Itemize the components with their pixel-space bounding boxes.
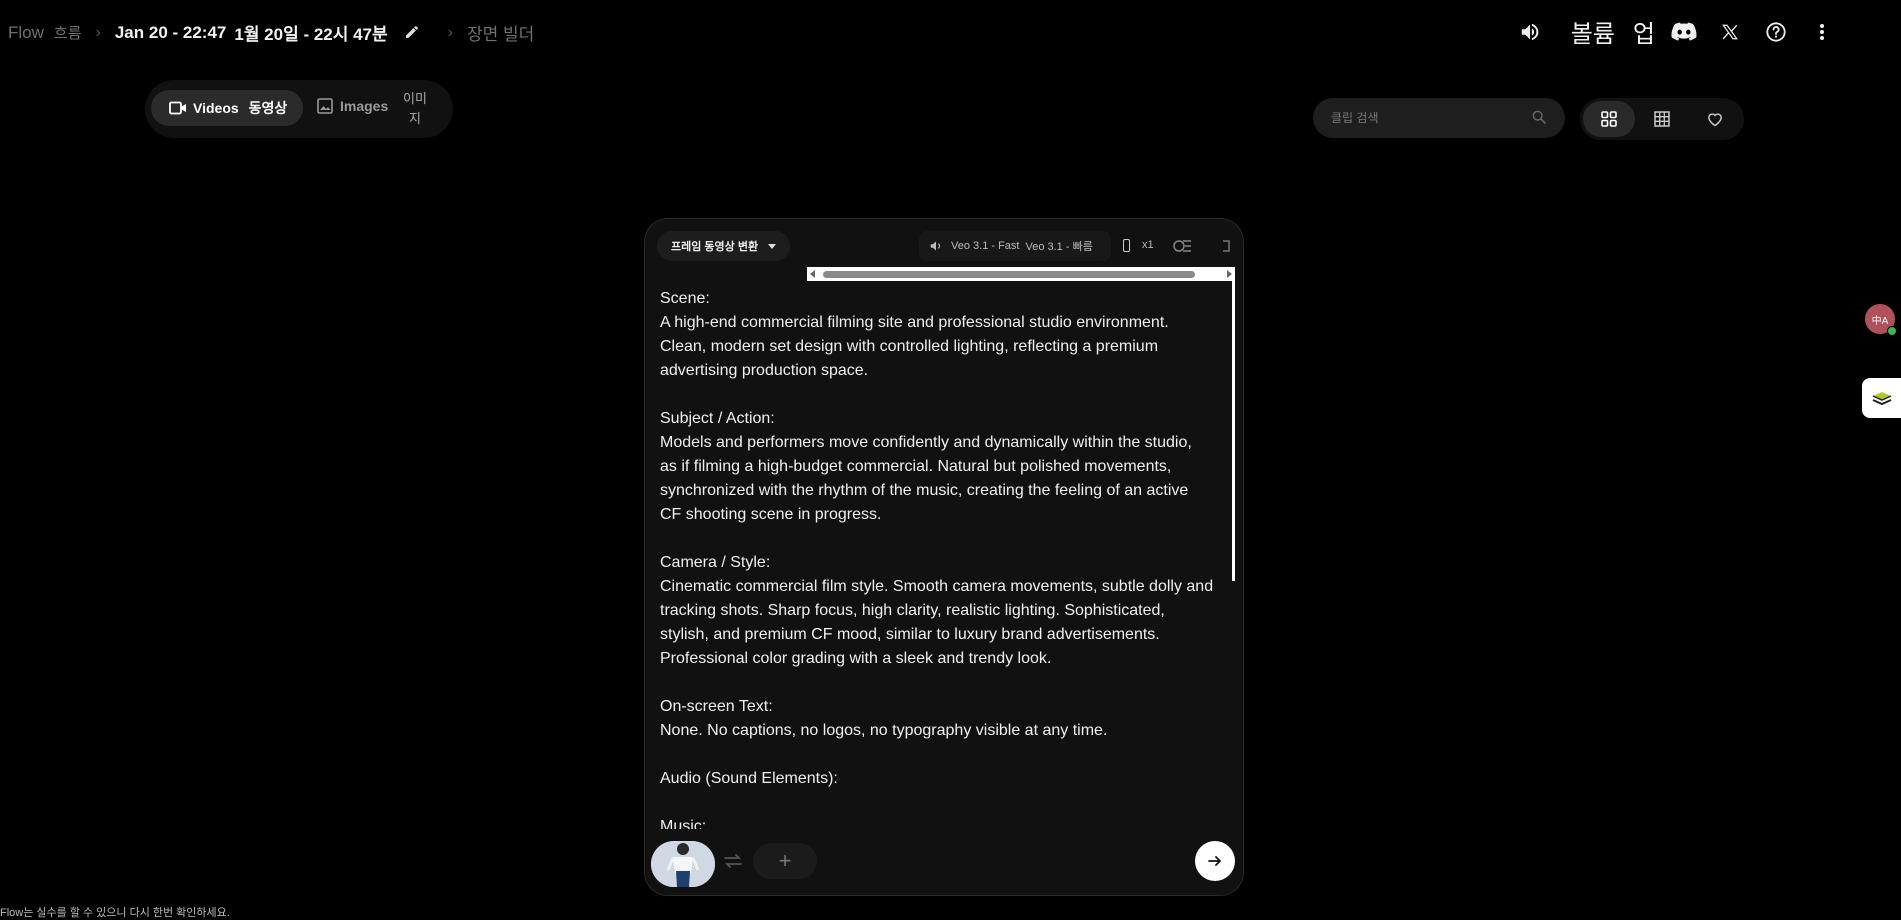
prompt-line: synchronized with the rhythm of the musi… [660,482,1189,499]
prompt-line: On-screen Text: [660,698,773,715]
arrow-right-icon [1208,856,1221,866]
project-title-ko[interactable]: 1월 20일 - 22시 47분 [234,20,387,45]
tab-images-label: Images [340,98,389,114]
prompt-line: Subject / Action: [660,410,775,427]
vertical-scrollbar[interactable] [1232,281,1235,581]
translate-extension-icon[interactable]: 中A [1865,304,1897,336]
prompt-line: CF shooting scene in progress. [660,506,882,523]
up-label[interactable]: 업 [1633,14,1655,49]
prompt-line [660,671,1228,695]
breadcrumb-app-ko[interactable]: 흐름 [54,22,82,43]
x-icon[interactable] [1707,15,1753,49]
prompt-line: Camera / Style: [660,554,771,571]
breadcrumb: Flow 흐름 › Jan 20 - 22:47 1월 20일 - 22시 47… [8,20,534,45]
send-button[interactable] [1195,841,1235,881]
scrollbar-thumb[interactable] [823,271,1195,278]
prompt-line: None. No captions, no logos, no typograp… [660,722,1108,739]
model-name-ko: Veo 3.1 - 빠름 [1025,241,1093,253]
grid-small-icon[interactable] [1636,101,1688,137]
discord-icon[interactable] [1661,15,1707,49]
image-icon [317,98,333,114]
prompt-line: Cinematic commercial film style. Smooth … [660,578,1214,595]
swap-icon[interactable] [723,853,743,869]
prompt-line: as if filming a high-budget commercial. … [660,458,1172,475]
overflow-icon[interactable] [1221,237,1231,255]
heart-icon[interactable] [1689,101,1741,137]
speaker-icon [930,241,941,251]
prompt-line: Models and performers move confidently a… [660,434,1192,451]
prompt-line [660,791,1228,815]
more-vert-icon[interactable] [1799,15,1845,49]
composer-actions: + [645,837,1243,895]
composer-toolbar: 프레임 동영상 변환 Veo 3.1 - Fast Veo 3.1 - 빠름 x… [657,231,1233,261]
extension-tab-icon[interactable] [1862,378,1901,418]
reference-frame-thumbnail[interactable] [651,841,715,887]
search-icon[interactable] [1531,109,1547,125]
top-actions: 볼륨 업 [1507,14,1845,49]
scroll-right-arrow-icon[interactable] [1227,270,1232,278]
prompt-textarea[interactable]: Scene: A high-end commercial filming site… [660,287,1228,829]
video-icon [169,101,186,115]
tab-images-label-ko[interactable]: 이미지 [403,89,427,129]
breadcrumb-app[interactable]: Flow [8,23,44,43]
prompt-line: stylish, and premium CF mood, similar to… [660,626,1160,643]
prompt-line: Professional color grading with a sleek … [660,650,1052,667]
output-count[interactable]: x1 [1142,239,1154,251]
prompt-line: A high-end commercial filming site and p… [660,314,1169,331]
top-bar: Flow 흐름 › Jan 20 - 22:47 1월 20일 - 22시 47… [0,0,1901,60]
translate-label: 中A [1871,315,1889,327]
mode-dropdown[interactable]: 프레임 동영상 변환 [657,231,791,261]
chevron-right-icon: › [95,23,101,41]
prompt-line: tracking shots. Sharp focus, high clarit… [660,602,1165,619]
prompt-line: advertising production space. [660,362,869,379]
prompt-line: Music: [660,818,707,829]
prompt-line [660,743,1228,767]
add-frame-button[interactable]: + [753,843,817,879]
add-label: + [778,848,792,873]
chevron-right-icon: › [447,23,453,41]
scroll-left-arrow-icon[interactable] [810,270,815,278]
model-selector[interactable]: Veo 3.1 - Fast Veo 3.1 - 빠름 [919,231,1111,261]
view-toggle [1580,98,1744,140]
tune-icon[interactable] [1173,237,1193,255]
clip-search [1313,98,1565,138]
help-icon[interactable] [1753,15,1799,49]
prompt-line: Clean, modern set design with controlled… [660,338,1159,355]
caret-down-icon [768,243,777,249]
tab-videos-label: Videos [193,100,239,116]
speaker-icon[interactable] [1507,15,1553,49]
pencil-icon[interactable] [404,24,422,42]
prompt-composer: 프레임 동영상 변환 Veo 3.1 - Fast Veo 3.1 - 빠름 x… [644,218,1244,896]
portrait-aspect-icon[interactable] [1123,239,1130,252]
horizontal-scrollbar[interactable] [807,267,1235,281]
disclaimer-text: Flow는 실수를 할 수 있으니 다시 한번 확인하세요. [0,907,230,919]
prompt-line: Audio (Sound Elements): [660,770,838,787]
prompt-line [660,383,1228,407]
tab-images[interactable]: Images [317,98,388,114]
search-input[interactable] [1331,108,1521,128]
media-mode-tabs: Videos 동영상 Images 이미지 [145,80,453,138]
project-title[interactable]: Jan 20 - 22:47 [115,23,227,43]
tab-videos-label-ko: 동영상 [248,100,288,116]
model-name: Veo 3.1 - Fast [951,240,1020,252]
tab-videos[interactable]: Videos 동영상 [151,90,303,126]
volume-label[interactable]: 볼륨 [1571,14,1615,49]
prompt-line: Scene: [660,290,710,307]
grid-large-icon[interactable] [1583,101,1635,137]
breadcrumb-scene-builder[interactable]: 장면 빌더 [467,20,534,45]
prompt-line [660,527,1228,551]
status-dot [1887,326,1897,336]
mode-dropdown-label: 프레임 동영상 변환 [671,241,759,253]
